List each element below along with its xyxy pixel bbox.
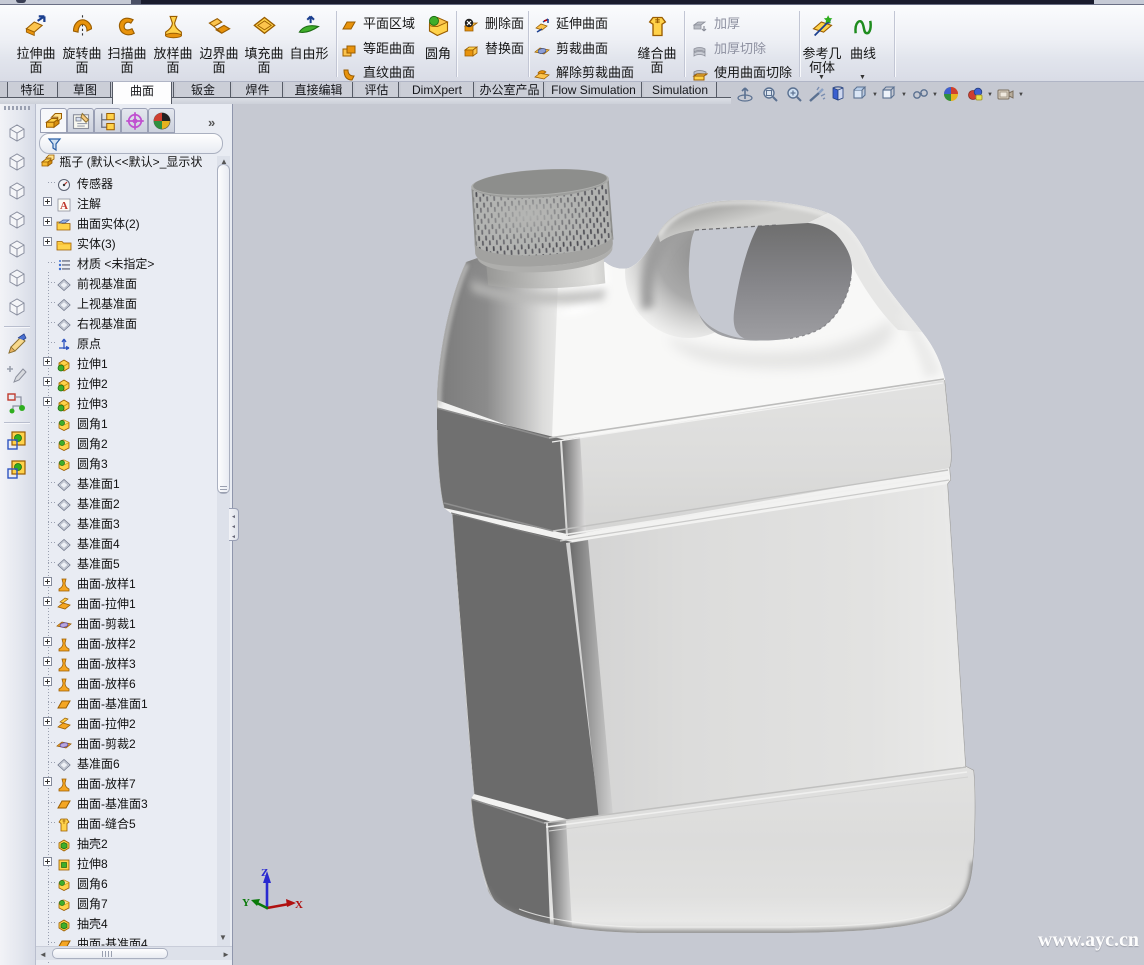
svg-text:A: A [60,200,68,212]
svg-text:X: X [295,899,303,911]
svg-text:Z: Z [261,867,268,879]
svg-text:Y: Y [242,897,250,909]
